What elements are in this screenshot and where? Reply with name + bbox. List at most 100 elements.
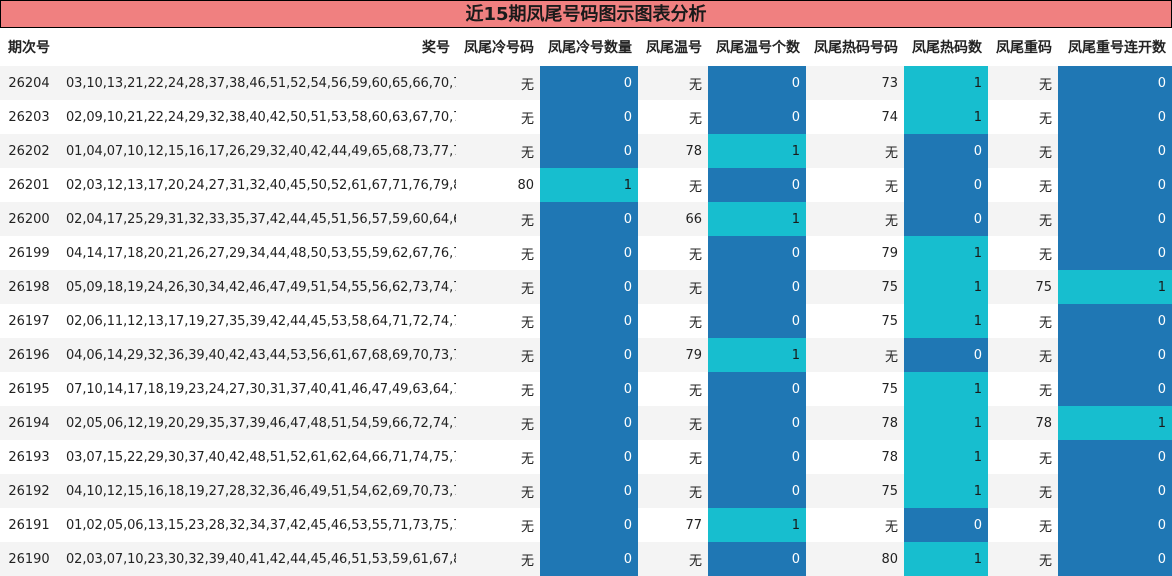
warm-count-cell: 1 (708, 338, 806, 372)
header-cold-number: 凤尾冷号码 (464, 40, 534, 56)
repeat-number-cell: 无 (988, 168, 1058, 202)
period-cell: 26190 (0, 542, 58, 576)
cold-count-cell: 0 (540, 406, 638, 440)
period-cell: 26200 (0, 202, 58, 236)
hot-count-cell: 1 (904, 440, 988, 474)
table-row: 26196 04,06,14,29,32,36,39,40,42,43,44,53… (0, 338, 1172, 372)
table-row: 26203 02,09,10,21,22,24,29,32,38,40,42,50… (0, 100, 1172, 134)
hot-number-cell: 无 (806, 202, 904, 236)
cold-number-cell: 无 (456, 304, 540, 338)
repeat-number-cell: 无 (988, 372, 1058, 406)
cold-count-cell: 0 (540, 372, 638, 406)
hot-number-cell: 78 (806, 440, 904, 474)
hot-number-cell: 80 (806, 542, 904, 576)
warm-number-cell: 无 (638, 100, 708, 134)
repeat-streak-cell: 1 (1058, 406, 1172, 440)
repeat-number-cell: 无 (988, 338, 1058, 372)
hot-number-cell: 74 (806, 100, 904, 134)
winning-numbers-cell: 02,03,07,10,23,30,32,39,40,41,42,44,45,4… (58, 542, 456, 576)
hot-number-cell: 无 (806, 508, 904, 542)
warm-count-cell: 0 (708, 100, 806, 134)
repeat-number-cell: 无 (988, 542, 1058, 576)
cold-number-cell: 80 (456, 168, 540, 202)
warm-count-cell: 1 (708, 134, 806, 168)
repeat-number-cell: 无 (988, 474, 1058, 508)
cold-number-cell: 无 (456, 542, 540, 576)
repeat-streak-cell: 0 (1058, 202, 1172, 236)
repeat-streak-cell: 0 (1058, 338, 1172, 372)
repeat-streak-cell: 0 (1058, 168, 1172, 202)
repeat-streak-cell: 0 (1058, 440, 1172, 474)
cold-number-cell: 无 (456, 406, 540, 440)
cold-count-cell: 0 (540, 202, 638, 236)
warm-number-cell: 无 (638, 66, 708, 100)
cold-count-cell: 0 (540, 304, 638, 338)
cold-number-cell: 无 (456, 474, 540, 508)
repeat-number-cell: 无 (988, 100, 1058, 134)
table-row: 26192 04,10,12,15,16,18,19,27,28,32,36,46… (0, 474, 1172, 508)
warm-count-cell: 0 (708, 542, 806, 576)
repeat-streak-cell: 0 (1058, 304, 1172, 338)
repeat-streak-cell: 0 (1058, 100, 1172, 134)
table-row: 26202 01,04,07,10,12,15,16,17,26,29,32,40… (0, 134, 1172, 168)
cold-number-cell: 无 (456, 202, 540, 236)
hot-count-cell: 1 (904, 66, 988, 100)
warm-count-cell: 0 (708, 440, 806, 474)
winning-numbers-cell: 02,09,10,21,22,24,29,32,38,40,42,50,51,5… (58, 100, 456, 134)
winning-numbers-cell: 04,06,14,29,32,36,39,40,42,43,44,53,56,6… (58, 338, 456, 372)
hot-number-cell: 75 (806, 270, 904, 304)
warm-number-cell: 无 (638, 440, 708, 474)
warm-number-cell: 66 (638, 202, 708, 236)
hot-number-cell: 75 (806, 372, 904, 406)
warm-number-cell: 无 (638, 304, 708, 338)
header-hot-count: 凤尾热码数 (912, 40, 982, 56)
cold-number-cell: 无 (456, 508, 540, 542)
winning-numbers-cell: 07,10,14,17,18,19,23,24,27,30,31,37,40,4… (58, 372, 456, 406)
hot-count-cell: 1 (904, 236, 988, 270)
period-cell: 26198 (0, 270, 58, 304)
cold-count-cell: 0 (540, 508, 638, 542)
warm-number-cell: 无 (638, 270, 708, 304)
hot-count-cell: 0 (904, 134, 988, 168)
warm-number-cell: 无 (638, 474, 708, 508)
period-cell: 26193 (0, 440, 58, 474)
cold-number-cell: 无 (456, 100, 540, 134)
cold-number-cell: 无 (456, 134, 540, 168)
table-row: 26190 02,03,07,10,23,30,32,39,40,41,42,44… (0, 542, 1172, 576)
warm-count-cell: 1 (708, 202, 806, 236)
period-cell: 26199 (0, 236, 58, 270)
winning-numbers-cell: 02,06,11,12,13,17,19,27,35,39,42,44,45,5… (58, 304, 456, 338)
repeat-streak-cell: 0 (1058, 542, 1172, 576)
cold-number-cell: 无 (456, 270, 540, 304)
repeat-number-cell: 无 (988, 236, 1058, 270)
repeat-number-cell: 无 (988, 134, 1058, 168)
cold-count-cell: 0 (540, 542, 638, 576)
table-row: 26197 02,06,11,12,13,17,19,27,35,39,42,44… (0, 304, 1172, 338)
cold-count-cell: 0 (540, 100, 638, 134)
cold-count-cell: 1 (540, 168, 638, 202)
cold-count-cell: 0 (540, 236, 638, 270)
hot-number-cell: 75 (806, 474, 904, 508)
warm-count-cell: 0 (708, 304, 806, 338)
tail-number-table: 期次号 奖号 凤尾冷号码 凤尾冷号数量 凤尾温号 凤尾温号个数 凤尾热码号码 凤… (0, 28, 1172, 576)
warm-count-cell: 0 (708, 406, 806, 440)
table-row: 26199 04,14,17,18,20,21,26,27,29,34,44,48… (0, 236, 1172, 270)
hot-count-cell: 1 (904, 474, 988, 508)
period-cell: 26201 (0, 168, 58, 202)
warm-number-cell: 无 (638, 168, 708, 202)
warm-count-cell: 0 (708, 372, 806, 406)
repeat-number-cell: 无 (988, 202, 1058, 236)
hot-number-cell: 78 (806, 406, 904, 440)
cold-number-cell: 无 (456, 372, 540, 406)
warm-number-cell: 无 (638, 406, 708, 440)
winning-numbers-cell: 01,02,05,06,13,15,23,28,32,34,37,42,45,4… (58, 508, 456, 542)
chart-title: 近15期凤尾号码图示图表分析 (0, 0, 1172, 28)
cold-number-cell: 无 (456, 66, 540, 100)
header-warm-number: 凤尾温号 (646, 40, 702, 56)
header-repeat-number: 凤尾重码 (996, 40, 1052, 56)
warm-count-cell: 1 (708, 508, 806, 542)
period-cell: 26191 (0, 508, 58, 542)
header-row: 期次号 奖号 凤尾冷号码 凤尾冷号数量 凤尾温号 凤尾温号个数 凤尾热码号码 凤… (0, 28, 1172, 66)
cold-count-cell: 0 (540, 440, 638, 474)
winning-numbers-cell: 03,07,15,22,29,30,37,40,42,48,51,52,61,6… (58, 440, 456, 474)
